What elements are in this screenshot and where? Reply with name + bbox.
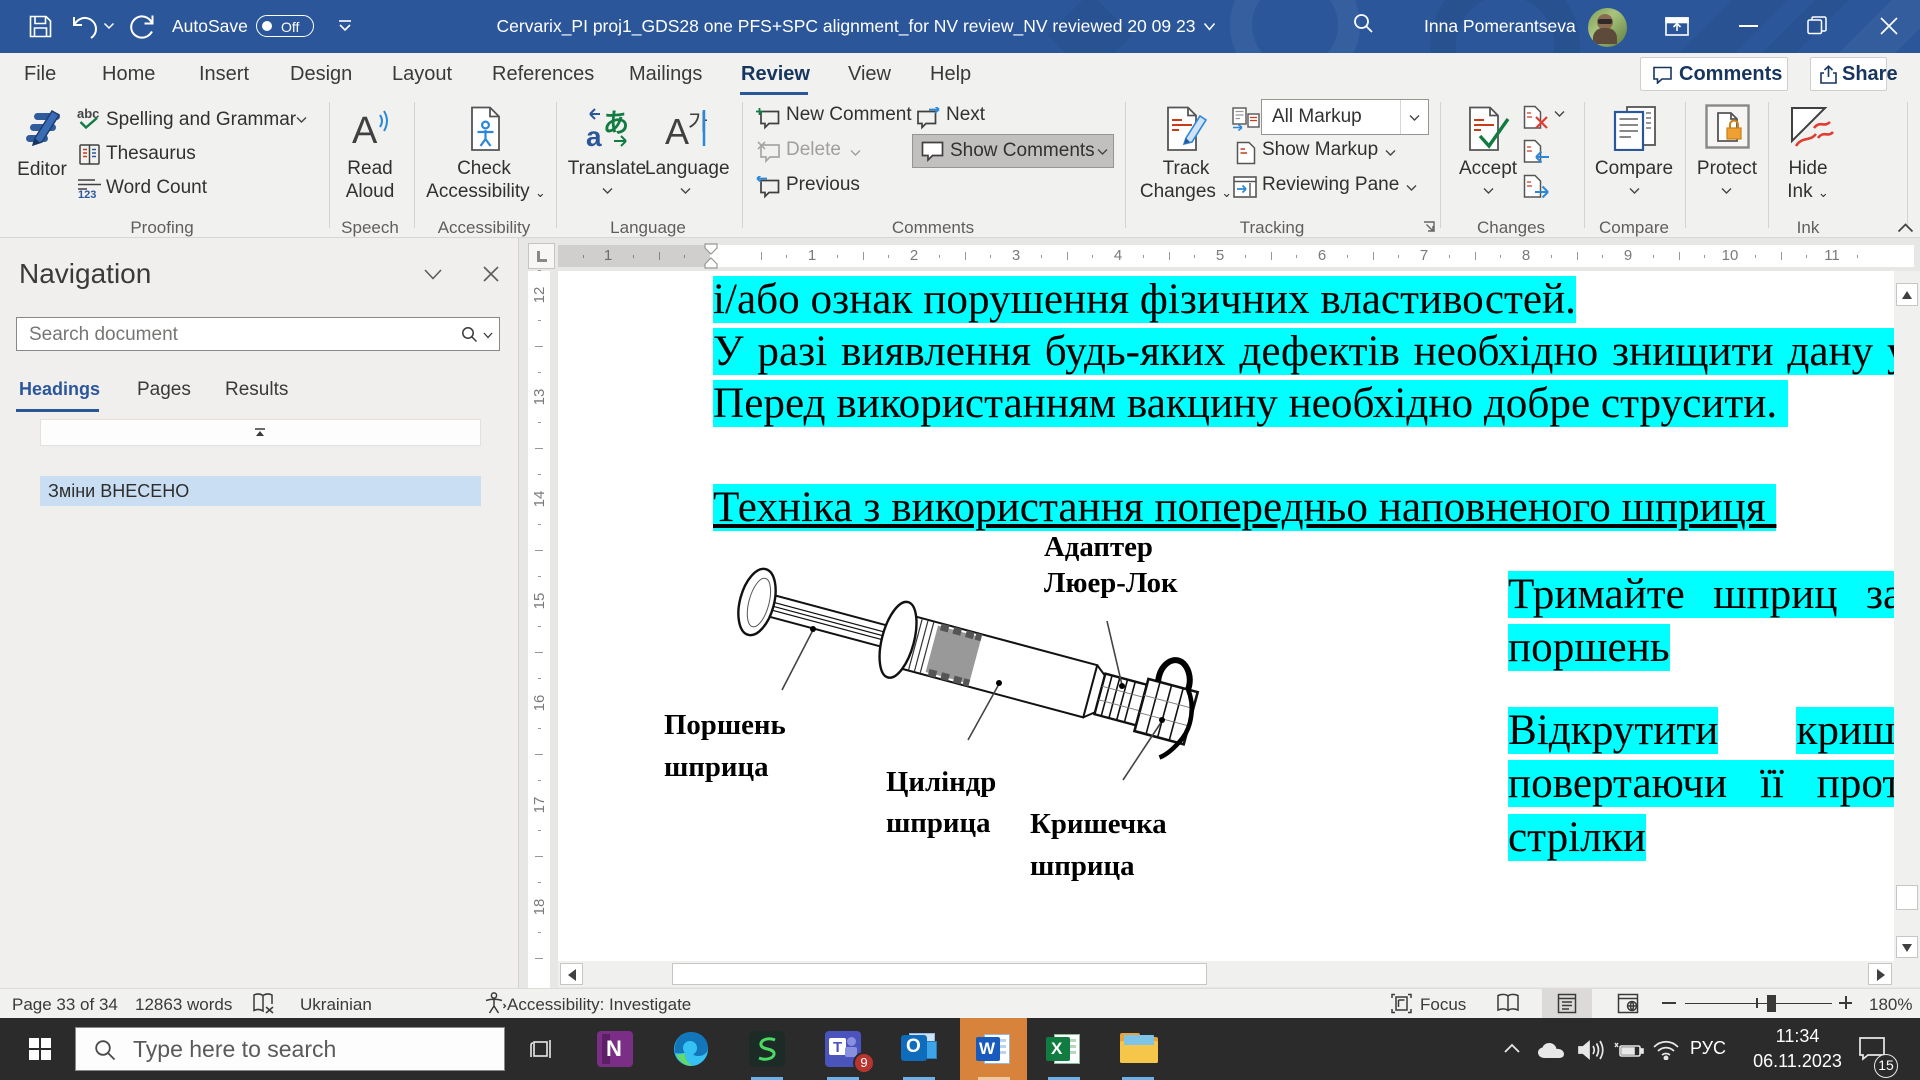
svg-text:A: A — [352, 110, 378, 151]
svg-text:a: a — [586, 121, 602, 148]
svg-text:A: A — [665, 111, 689, 148]
svg-text:あ: あ — [603, 108, 629, 138]
